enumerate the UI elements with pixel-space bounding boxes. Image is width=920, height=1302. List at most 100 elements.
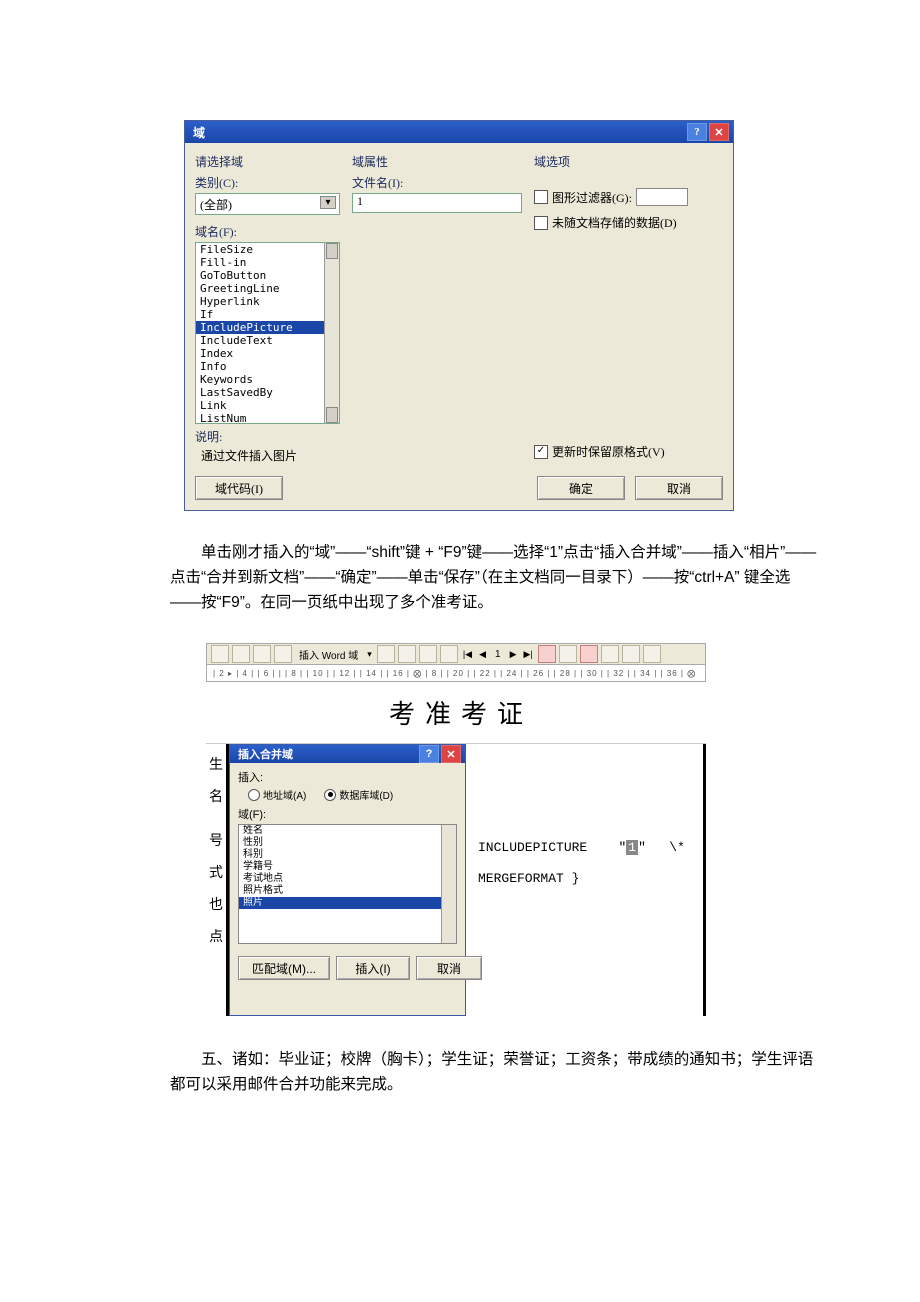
toolbar-icon[interactable] xyxy=(622,645,640,663)
filter-input[interactable] xyxy=(636,188,688,206)
side-label-char: 式 xyxy=(209,862,223,882)
nostore-checkbox-row: 未随文档存储的数据(D) xyxy=(534,214,723,231)
merge-field-listbox[interactable]: 姓名性别科别学籍号考试地点照片格式照片 xyxy=(238,824,457,944)
side-label-char: 生 xyxy=(209,754,223,774)
close-button[interactable]: ✕ xyxy=(441,745,461,763)
insert-button[interactable]: 插入(I) xyxy=(336,956,410,980)
list-item[interactable]: Fill-in xyxy=(196,256,339,269)
field-code-button[interactable]: 域代码(I) xyxy=(195,476,283,500)
side-label-char: 点 xyxy=(209,926,223,946)
insert-merge-field-dialog: 插入合并域 ? ✕ 插入: 地址域(A) 数据库域(D) 域(F): 姓名性别科… xyxy=(229,744,466,1016)
list-item[interactable]: 照片格式 xyxy=(239,885,456,897)
dialog-title: 域 xyxy=(189,124,685,141)
cancel-button[interactable]: 取消 xyxy=(635,476,723,500)
select-field-label: 请选择域 xyxy=(195,153,340,170)
fieldname-label: 域名(F): xyxy=(195,223,340,240)
toolbar-icon[interactable] xyxy=(601,645,619,663)
insert-label: 插入: xyxy=(238,769,457,785)
insert-word-field-label[interactable]: 插入 Word 域 xyxy=(295,647,362,662)
first-record-icon[interactable]: |◀ xyxy=(461,649,474,660)
ok-button[interactable]: 确定 xyxy=(537,476,625,500)
listbox-scrollbar[interactable] xyxy=(324,243,339,423)
list-item[interactable]: GoToButton xyxy=(196,269,339,282)
list-item[interactable]: 性别 xyxy=(239,837,456,849)
dialog-titlebar: 域 ? ✕ xyxy=(185,121,733,143)
category-value: (全部) xyxy=(200,196,232,213)
nostore-checkbox[interactable] xyxy=(534,216,548,230)
toolbar-icon[interactable] xyxy=(559,645,577,663)
filter-label: 图形过滤器(G): xyxy=(552,189,632,206)
toolbar-icon[interactable] xyxy=(253,645,271,663)
toolbar-icon[interactable] xyxy=(274,645,292,663)
paragraph-1: 单击刚才插入的“域”——“shift”键 + “F9”键——选择“1”点击“插入… xyxy=(170,541,820,615)
help-button[interactable]: ? xyxy=(419,745,439,763)
mailmerge-toolbar: 插入 Word 域 ▾ |◀ ◀ 1 ▶ ▶| xyxy=(206,643,706,665)
keepformat-checkbox-row: ✓ 更新时保留原格式(V) xyxy=(534,443,723,460)
toolbar-icon[interactable] xyxy=(643,645,661,663)
field-dialog: 域 ? ✕ 请选择域 类别(C): (全部) 域名(F): FileSizeFi… xyxy=(184,120,734,511)
filename-value: 1 xyxy=(357,194,363,208)
fields-label: 域(F): xyxy=(238,806,457,822)
list-item[interactable]: If xyxy=(196,308,339,321)
side-label-char: 号 xyxy=(209,830,223,850)
prev-record-icon[interactable]: ◀ xyxy=(477,649,488,660)
document-body: INCLUDEPICTURE "1" \* MERGEFORMAT } xyxy=(466,744,706,1016)
list-item[interactable]: FileSize xyxy=(196,243,339,256)
toolbar-icon[interactable] xyxy=(419,645,437,663)
list-item[interactable]: Link xyxy=(196,399,339,412)
toolbar-icon[interactable] xyxy=(580,645,598,663)
toolbar-icon[interactable] xyxy=(440,645,458,663)
dialog2-titlebar: 插入合并域 ? ✕ xyxy=(230,745,465,763)
options-label: 域选项 xyxy=(534,153,723,170)
list-item[interactable]: 考试地点 xyxy=(239,873,456,885)
document-heading: 考准考证 xyxy=(206,682,706,743)
dialog2-title: 插入合并域 xyxy=(234,746,417,762)
list-item[interactable]: 姓名 xyxy=(239,825,456,837)
toolbar-icon[interactable] xyxy=(398,645,416,663)
description-text: 通过文件插入图片 xyxy=(195,447,340,464)
list-item[interactable]: Info xyxy=(196,360,339,373)
list-item[interactable]: LastSavedBy xyxy=(196,386,339,399)
word-screenshot: 插入 Word 域 ▾ |◀ ◀ 1 ▶ ▶| | 2 ▸ | 4 | | 6 … xyxy=(206,643,706,1016)
list-item[interactable]: Index xyxy=(196,347,339,360)
toolbar-icon[interactable] xyxy=(232,645,250,663)
list-item[interactable]: IncludeText xyxy=(196,334,339,347)
attributes-label: 域属性 xyxy=(352,153,522,170)
next-record-icon[interactable]: ▶ xyxy=(508,649,519,660)
dropdown-icon[interactable]: ▾ xyxy=(365,649,374,660)
side-labels: 生名号式也点 xyxy=(206,744,229,1016)
toolbar-icon[interactable] xyxy=(538,645,556,663)
list-item[interactable]: IncludePicture xyxy=(196,321,339,334)
close-button[interactable]: ✕ xyxy=(709,123,729,141)
filter-checkbox[interactable] xyxy=(534,190,548,204)
nostore-label: 未随文档存储的数据(D) xyxy=(552,214,677,231)
help-button[interactable]: ? xyxy=(687,123,707,141)
listbox-scrollbar[interactable] xyxy=(441,825,456,943)
field-code-line: MERGEFORMAT } xyxy=(478,871,691,886)
match-fields-button[interactable]: 匹配域(M)... xyxy=(238,956,330,980)
ruler: | 2 ▸ | 4 | | 6 | | | 8 | | 10 | | 12 | … xyxy=(206,665,706,682)
filename-input[interactable]: 1 xyxy=(352,193,522,213)
list-item[interactable]: 学籍号 xyxy=(239,861,456,873)
filter-checkbox-row: 图形过滤器(G): xyxy=(534,188,723,206)
list-item[interactable]: Hyperlink xyxy=(196,295,339,308)
side-label-char: 也 xyxy=(209,894,223,914)
list-item[interactable]: GreetingLine xyxy=(196,282,339,295)
side-label-char: 名 xyxy=(209,786,223,806)
list-item[interactable]: Keywords xyxy=(196,373,339,386)
filename-label: 文件名(I): xyxy=(352,174,522,191)
category-label: 类别(C): xyxy=(195,174,340,191)
last-record-icon[interactable]: ▶| xyxy=(521,649,534,660)
fieldname-listbox[interactable]: FileSizeFill-inGoToButtonGreetingLineHyp… xyxy=(195,242,340,424)
keepformat-checkbox[interactable]: ✓ xyxy=(534,445,548,459)
list-item[interactable]: 科别 xyxy=(239,849,456,861)
toolbar-icon[interactable] xyxy=(377,645,395,663)
database-field-radio[interactable]: 数据库域(D) xyxy=(324,787,393,802)
list-item[interactable]: ListNum xyxy=(196,412,339,424)
paragraph-2: 五、诸如：毕业证；校牌（胸卡）；学生证；荣誉证；工资条；带成绩的通知书；学生评语… xyxy=(170,1048,820,1098)
category-dropdown[interactable]: (全部) xyxy=(195,193,340,215)
keepformat-label: 更新时保留原格式(V) xyxy=(552,443,665,460)
list-item[interactable]: 照片 xyxy=(239,897,456,909)
address-field-radio[interactable]: 地址域(A) xyxy=(248,787,306,802)
toolbar-icon[interactable] xyxy=(211,645,229,663)
